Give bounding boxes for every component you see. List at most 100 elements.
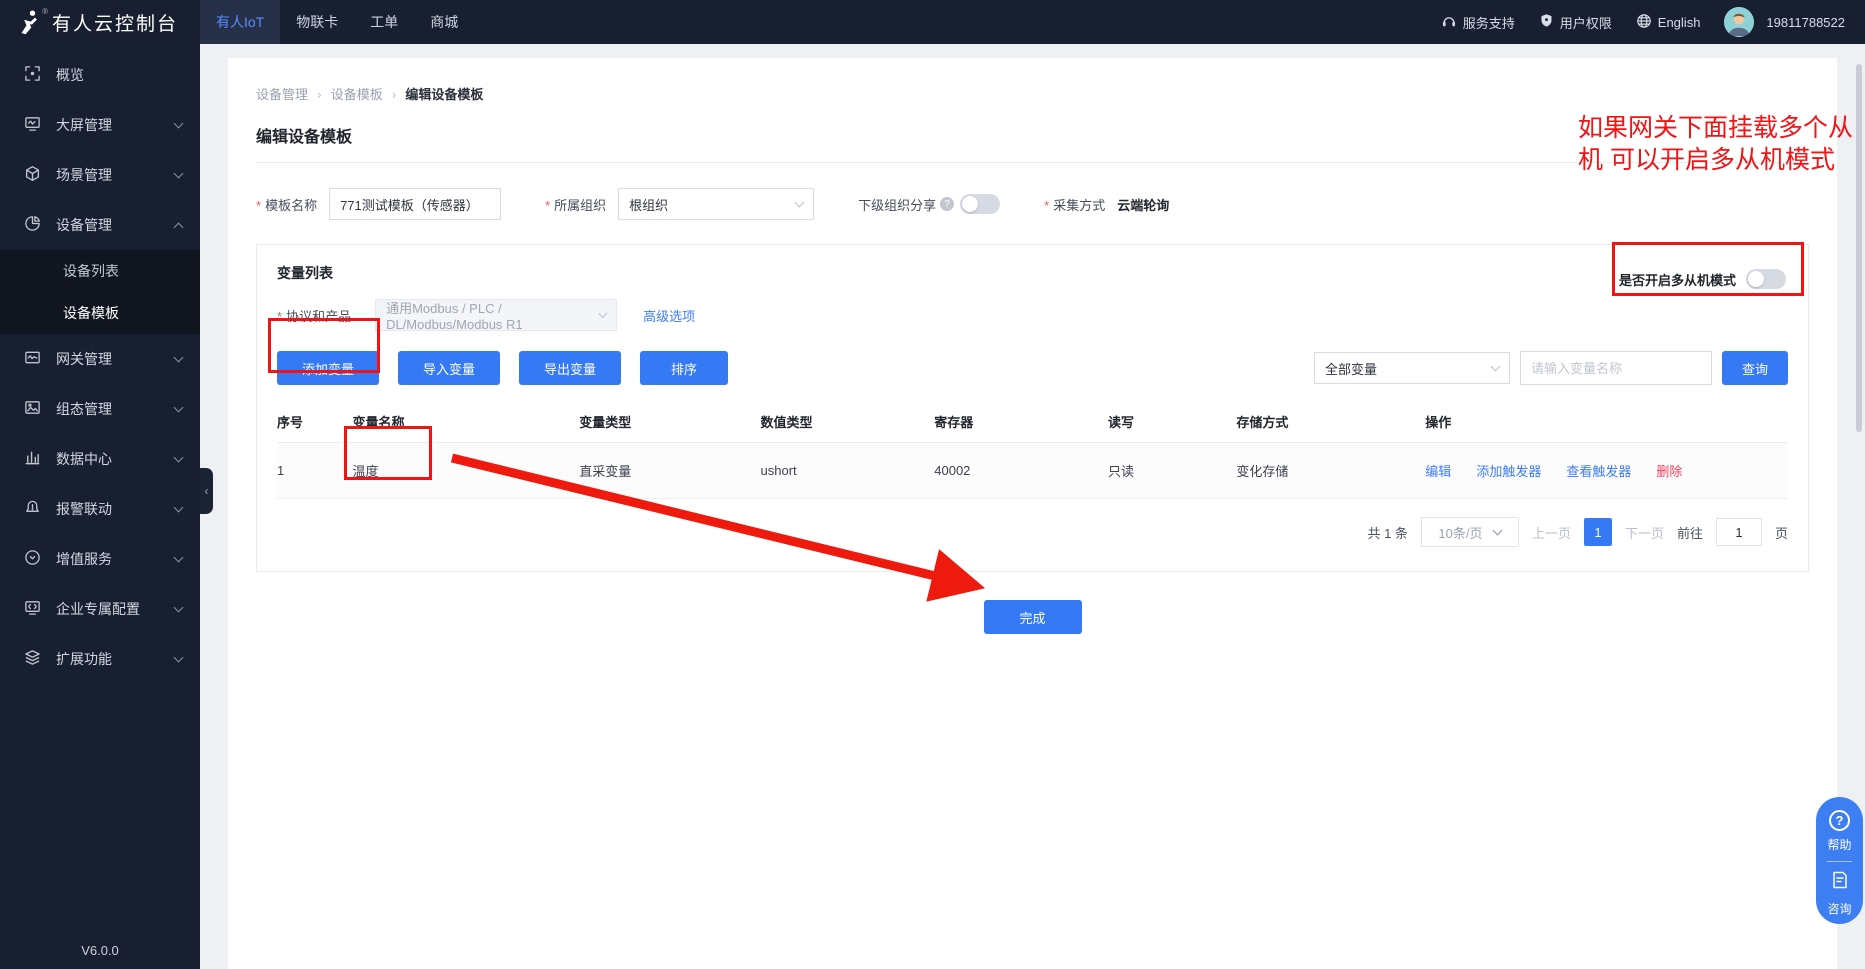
pagination: 共 1 条 10条/页 上一页 1 下一页 前往 页 (277, 517, 1788, 547)
view-trigger-link[interactable]: 查看触发器 (1566, 461, 1631, 480)
scrollbar-thumb[interactable] (1856, 64, 1862, 432)
chevron-down-icon (174, 168, 184, 178)
cube-icon (24, 165, 41, 185)
delete-link[interactable]: 删除 (1656, 461, 1682, 480)
globe-icon (1636, 13, 1652, 32)
sort-button[interactable]: 排序 (640, 351, 728, 385)
content-card: 设备管理 › 设备模板 › 编辑设备模板 编辑设备模板 *模板名称 *所属组织 … (228, 58, 1837, 969)
chevron-down-icon (174, 502, 184, 512)
help-widget[interactable]: ? 帮助 咨询 (1816, 797, 1863, 924)
org-label: *所属组织 (545, 195, 606, 214)
footer-actions: 完成 (256, 600, 1809, 634)
annotation-note: 如果网关下面挂载多个从机 可以开启多从机模式 (1578, 112, 1856, 176)
variable-search-input[interactable] (1520, 351, 1712, 385)
sidebar-item-scene-mgmt[interactable]: 场景管理 (0, 150, 200, 200)
next-page-button[interactable]: 下一页 (1625, 523, 1664, 542)
document-icon (1830, 870, 1850, 895)
info-icon[interactable]: ? (940, 197, 954, 211)
screen-icon (24, 115, 41, 135)
tab-iot-card[interactable]: 物联卡 (280, 0, 354, 44)
headset-icon (1441, 13, 1457, 32)
breadcrumb-device-mgmt[interactable]: 设备管理 (256, 84, 308, 103)
breadcrumb-device-template[interactable]: 设备模板 (331, 84, 383, 103)
share-label: 下级组织分享 (858, 195, 936, 214)
table-row: 1 温度 直采变量 ushort 40002 只读 变化存储 编辑 添加触发器 … (277, 443, 1788, 499)
import-variable-button[interactable]: 导入变量 (398, 351, 500, 385)
variable-list-title: 变量列表 (277, 263, 1788, 283)
total-count: 共 1 条 (1367, 523, 1407, 542)
sidebar-item-device-mgmt[interactable]: 设备管理 (0, 200, 200, 250)
variable-filter-select[interactable]: 全部变量 (1314, 352, 1510, 384)
sidebar-item-enterprise-config[interactable]: 企业专属配置 (0, 584, 200, 634)
sidebar-item-device-list[interactable]: 设备列表 (0, 250, 200, 292)
current-page-button[interactable]: 1 (1584, 518, 1612, 546)
sidebar-collapse-handle[interactable]: ‹ (200, 468, 213, 514)
consult-label[interactable]: 咨询 (1827, 900, 1851, 917)
multi-slave-label: 是否开启多从机模式 (1619, 270, 1736, 289)
export-variable-button[interactable]: 导出变量 (519, 351, 621, 385)
avatar[interactable] (1724, 7, 1754, 37)
cell-num-type: ushort (761, 463, 935, 478)
prev-page-button[interactable]: 上一页 (1532, 523, 1571, 542)
sidebar-item-overview[interactable]: 概览 (0, 50, 200, 100)
cell-storage: 变化存储 (1236, 461, 1425, 480)
chevron-down-icon (795, 197, 805, 207)
goto-page-input[interactable] (1716, 518, 1762, 546)
collect-value: 云端轮询 (1117, 195, 1169, 214)
question-icon: ? (1829, 810, 1850, 831)
cell-seq: 1 (277, 463, 353, 478)
sidebar-item-config-mgmt[interactable]: 组态管理 (0, 384, 200, 434)
multi-slave-toggle[interactable] (1746, 269, 1786, 289)
advanced-options-link[interactable]: 高级选项 (643, 306, 695, 325)
app-title: 有人云控制台 (52, 9, 178, 36)
variable-table: 序号 变量名称 变量类型 数值类型 寄存器 读写 存储方式 操作 1 温度 直采… (277, 401, 1788, 499)
title-divider (256, 162, 1809, 163)
template-name-input[interactable] (329, 188, 501, 220)
layers-icon (24, 649, 41, 669)
add-variable-button[interactable]: 添加变量 (277, 351, 379, 385)
tab-usr-iot[interactable]: 有人IoT (200, 0, 280, 44)
sidebar-item-alarm-linkage[interactable]: 报警联动 (0, 484, 200, 534)
add-trigger-link[interactable]: 添加触发器 (1476, 461, 1541, 480)
sidebar-item-extensions[interactable]: 扩展功能 (0, 634, 200, 684)
chevron-down-icon (174, 652, 184, 662)
chevron-down-icon (174, 602, 184, 612)
query-button[interactable]: 查询 (1722, 351, 1788, 385)
sidebar-item-data-center[interactable]: 数据中心 (0, 434, 200, 484)
pie-chart-icon (24, 215, 41, 235)
usr-logo-icon: ® (16, 9, 42, 35)
tab-mall[interactable]: 商城 (414, 0, 474, 44)
sidebar: 概览 大屏管理 场景管理 (0, 44, 200, 969)
share-toggle[interactable] (960, 194, 1000, 214)
org-select[interactable]: 根组织 (618, 188, 814, 220)
app-logo[interactable]: ® 有人云控制台 (0, 0, 200, 44)
cell-register: 40002 (934, 463, 1108, 478)
tab-work-order[interactable]: 工单 (354, 0, 414, 44)
breadcrumb: 设备管理 › 设备模板 › 编辑设备模板 (256, 58, 1809, 103)
account-number[interactable]: 19811788522 (1766, 15, 1845, 30)
edit-link[interactable]: 编辑 (1425, 461, 1451, 480)
main-area: 设备管理 › 设备模板 › 编辑设备模板 编辑设备模板 *模板名称 *所属组织 … (200, 44, 1865, 969)
value-service-icon (24, 549, 41, 569)
chevron-down-icon (174, 352, 184, 362)
bar-chart-icon (24, 449, 41, 469)
cell-actions: 编辑 添加触发器 查看触发器 删除 (1425, 461, 1788, 480)
protocol-select[interactable]: 通用Modbus / PLC / DL/Modbus/Modbus R1 (375, 299, 617, 331)
help-label[interactable]: 帮助 (1827, 836, 1851, 853)
chevron-down-icon (174, 452, 184, 462)
sidebar-item-value-added[interactable]: 增值服务 (0, 534, 200, 584)
page-title: 编辑设备模板 (256, 123, 1809, 147)
language-switch[interactable]: English (1636, 13, 1701, 32)
image-icon (24, 399, 41, 419)
sidebar-item-screen-mgmt[interactable]: 大屏管理 (0, 100, 200, 150)
alarm-bell-icon (24, 499, 41, 519)
user-permission[interactable]: 用户权限 (1539, 13, 1612, 32)
sidebar-item-device-template[interactable]: 设备模板 (0, 292, 200, 334)
done-button[interactable]: 完成 (984, 600, 1082, 634)
sidebar-item-gateway-mgmt[interactable]: 网关管理 (0, 334, 200, 384)
template-form-row: *模板名称 *所属组织 根组织 下级组织分享 ? *采集方式 云端轮询 (256, 188, 1809, 220)
service-support[interactable]: 服务支持 (1441, 13, 1515, 32)
page-size-select[interactable]: 10条/页 (1421, 517, 1519, 547)
gateway-icon (24, 349, 41, 369)
toolbar-row: 添加变量 导入变量 导出变量 排序 全部变量 查询 (277, 351, 1788, 385)
